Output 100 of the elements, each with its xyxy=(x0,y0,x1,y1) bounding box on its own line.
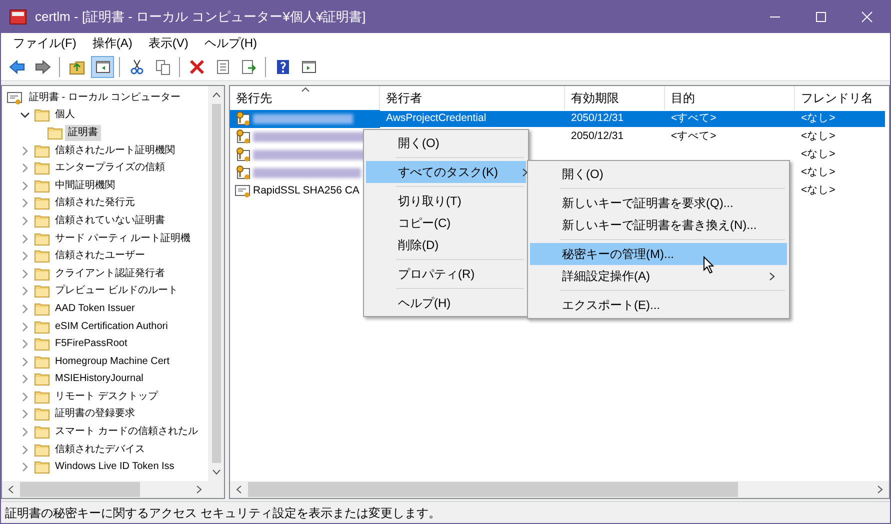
cell-text: <なし> xyxy=(801,166,836,178)
list-cell[interactable]: <なし> xyxy=(795,111,885,127)
cell-text: <すべて> xyxy=(671,112,716,124)
menu-item[interactable]: ファイル(F) xyxy=(5,34,84,52)
back-arrow-icon xyxy=(8,58,24,74)
list-cell[interactable]: <なし> xyxy=(795,165,885,181)
folder-icon xyxy=(34,283,50,300)
folder-icon xyxy=(34,107,50,124)
tree-item[interactable]: 中間証明機関 xyxy=(52,178,118,194)
column-header[interactable]: 発行者 xyxy=(380,86,565,110)
menu-item[interactable]: 新しいキーで証明書を書き換え(N)... xyxy=(530,214,787,236)
menu-item[interactable]: 詳細設定操作(A) xyxy=(530,265,787,287)
folder-icon xyxy=(34,266,50,282)
copy-icon xyxy=(154,58,170,74)
close-icon xyxy=(861,11,873,23)
horizontal-scrollbar[interactable] xyxy=(2,481,224,498)
tree-item[interactable]: リモート デスクトップ xyxy=(52,388,161,405)
tree-item[interactable]: クライアント認証発行者 xyxy=(52,266,168,282)
folder-icon xyxy=(34,195,50,212)
action-pane-icon xyxy=(300,58,316,74)
menu-item[interactable]: 削除(D) xyxy=(366,234,526,256)
list-cell[interactable] xyxy=(230,110,380,128)
menu-item[interactable]: 操作(A) xyxy=(84,34,140,52)
tree-item[interactable]: MSIEHistoryJournal xyxy=(52,371,146,388)
tree-item[interactable]: エンタープライズの信頼 xyxy=(52,160,168,176)
cell-text: <なし> xyxy=(801,148,836,160)
tree-item[interactable]: 信頼されていない証明書 xyxy=(52,212,168,229)
menu-item[interactable]: すべてのタスク(K) xyxy=(366,161,526,183)
list-cell[interactable]: <なし> xyxy=(795,183,885,199)
tree-item[interactable]: 信頼されたデバイス xyxy=(52,442,148,458)
menu-item[interactable]: 新しいキーで証明書を要求(Q)... xyxy=(530,192,787,214)
folder-icon xyxy=(34,142,50,159)
folder-icon xyxy=(34,354,50,370)
list-cell[interactable]: <なし> xyxy=(795,147,885,163)
tree-item[interactable]: 個人 xyxy=(52,107,78,124)
tree-item[interactable]: 信頼されたユーザー xyxy=(52,248,148,264)
app-icon xyxy=(9,9,27,25)
menu-item[interactable]: ヘルプ(H) xyxy=(366,292,526,314)
folder-icon xyxy=(34,388,50,405)
cell-text: <なし> xyxy=(801,130,836,142)
list-cell[interactable]: AwsProjectCredential xyxy=(380,111,565,127)
folder-icon xyxy=(34,442,50,458)
column-label: フレンドリ名 xyxy=(801,90,873,107)
list-cell[interactable]: <すべて> xyxy=(665,129,795,145)
tree-item[interactable]: サード パーティ ルート証明機 xyxy=(52,230,194,247)
list-cell[interactable]: 2050/12/31 xyxy=(565,111,665,127)
horizontal-scrollbar[interactable] xyxy=(230,481,889,498)
maximize-icon xyxy=(815,11,827,23)
menu-item[interactable]: プロパティ(R) xyxy=(366,263,526,285)
cell-text: RapidSSL SHA256 CA xyxy=(253,184,360,197)
column-header[interactable]: フレンドリ名 xyxy=(795,86,885,110)
cell-text: 2050/12/31 xyxy=(571,112,624,124)
tree-item[interactable]: AAD Token Issuer xyxy=(52,300,138,317)
column-header[interactable]: 有効期限 xyxy=(565,86,665,110)
tree-item[interactable]: F5FirePassRoot xyxy=(52,336,130,352)
tree-item[interactable]: 証明書 - ローカル コンピューター xyxy=(26,90,184,106)
cell-text: 2050/12/31 xyxy=(571,130,624,142)
folder-icon xyxy=(34,459,50,476)
tree-item[interactable]: 証明書 xyxy=(65,124,101,141)
menu-item[interactable]: コピー(C) xyxy=(366,212,526,234)
delete-x-icon xyxy=(188,58,204,74)
tree-item[interactable]: Homegroup Machine Cert xyxy=(52,354,172,370)
folder-icon xyxy=(34,300,50,317)
folder-icon xyxy=(34,318,50,335)
menu-item[interactable]: エクスポート(E)... xyxy=(530,294,787,316)
tree-item[interactable]: 証明書の登録要求 xyxy=(52,406,138,422)
list-cell[interactable]: <なし> xyxy=(795,129,885,145)
menu-item[interactable]: 開く(O) xyxy=(530,163,787,185)
list-cell[interactable]: 2050/12/31 xyxy=(565,129,665,145)
cell-text: <なし> xyxy=(801,112,836,124)
tree-item[interactable]: プレビュー ビルドのルート xyxy=(52,283,181,300)
scroll-right-icon xyxy=(196,485,202,494)
tree-item[interactable]: 信頼されたルート証明機関 xyxy=(52,142,178,159)
folder-icon xyxy=(47,124,63,141)
tree-item[interactable]: スマート カードの信頼されたル xyxy=(52,424,201,440)
column-header[interactable]: 目的 xyxy=(665,86,795,110)
vertical-scrollbar[interactable] xyxy=(208,86,224,481)
column-label: 目的 xyxy=(671,90,695,107)
tree-item[interactable]: eSIM Certification Authori xyxy=(52,318,171,335)
menu-item[interactable]: ヘルプ(H) xyxy=(196,34,265,52)
menu-item[interactable]: 秘密キーの管理(M)... xyxy=(530,243,787,265)
folder-icon xyxy=(34,248,50,264)
window-title: certlm - [証明書 - ローカル コンピューター¥個人¥証明書] xyxy=(35,8,367,26)
list-cell[interactable]: <すべて> xyxy=(665,111,795,127)
forward-arrow-icon xyxy=(34,58,50,74)
menu-item[interactable]: 開く(O) xyxy=(366,132,526,154)
column-label: 発行者 xyxy=(386,90,422,107)
scroll-right-icon xyxy=(877,485,883,494)
tree-item[interactable]: 信頼された発行元 xyxy=(52,195,138,212)
folder-icon xyxy=(34,371,50,388)
folder-icon xyxy=(34,424,50,440)
tree-item[interactable]: Windows Live ID Token Iss xyxy=(52,459,178,476)
column-label: 発行先 xyxy=(236,90,272,107)
toolbar-button[interactable] xyxy=(91,56,114,78)
menu-item[interactable]: 表示(V) xyxy=(140,34,196,52)
properties-icon xyxy=(214,58,230,74)
scroll-left-icon xyxy=(8,485,14,494)
folder-icon xyxy=(34,336,50,352)
scroll-up-icon xyxy=(212,92,220,98)
column-label: 有効期限 xyxy=(571,90,619,107)
